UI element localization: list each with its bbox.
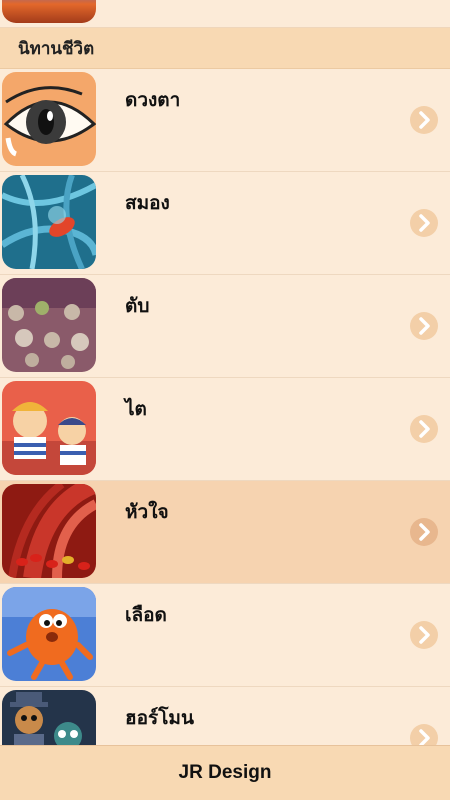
section-header: นิทานชีวิต	[0, 28, 450, 69]
eye-cartoon-icon	[2, 72, 96, 166]
chevron-right-icon[interactable]	[410, 518, 438, 546]
list-item-title: เลือด	[125, 604, 167, 626]
list-item-brain[interactable]: สมอง	[0, 172, 450, 275]
kidney-cartoon-icon	[2, 381, 96, 475]
list-item-liver[interactable]: ตับ	[0, 275, 450, 378]
chevron-right-icon[interactable]	[410, 621, 438, 649]
previous-list-row-partial[interactable]	[0, 0, 450, 28]
list-item-kidney[interactable]: ไต	[0, 378, 450, 481]
list-item-title: ไต	[125, 398, 147, 420]
chevron-right-icon[interactable]	[410, 209, 438, 237]
footer-label: JR Design	[178, 762, 272, 783]
section-title: นิทานชีวิต	[18, 38, 95, 59]
chevron-right-icon[interactable]	[410, 415, 438, 443]
list-item-title: สมอง	[125, 192, 170, 214]
list-item-heart[interactable]: หัวใจ	[0, 481, 450, 584]
liver-cells-icon	[2, 278, 96, 372]
list-item-blood[interactable]: เลือด	[0, 584, 450, 687]
list-item-title: ตับ	[125, 295, 150, 317]
list-item-title: ฮอร์โมน	[125, 707, 194, 729]
list-item-title: หัวใจ	[125, 501, 169, 523]
brain-neuron-icon	[2, 175, 96, 269]
story-list: ดวงตา สมอง ตับ ไต หัวใจ เลือด ฮอร์โมน	[0, 69, 450, 790]
chevron-right-icon[interactable]	[410, 312, 438, 340]
previous-item-thumbnail	[2, 0, 96, 23]
footer-bar: JR Design	[0, 745, 450, 800]
list-item-title: ดวงตา	[125, 89, 181, 111]
blood-cell-character-icon	[2, 587, 96, 681]
heart-vessel-icon	[2, 484, 96, 578]
list-item-eye[interactable]: ดวงตา	[0, 69, 450, 172]
chevron-right-icon[interactable]	[410, 106, 438, 134]
